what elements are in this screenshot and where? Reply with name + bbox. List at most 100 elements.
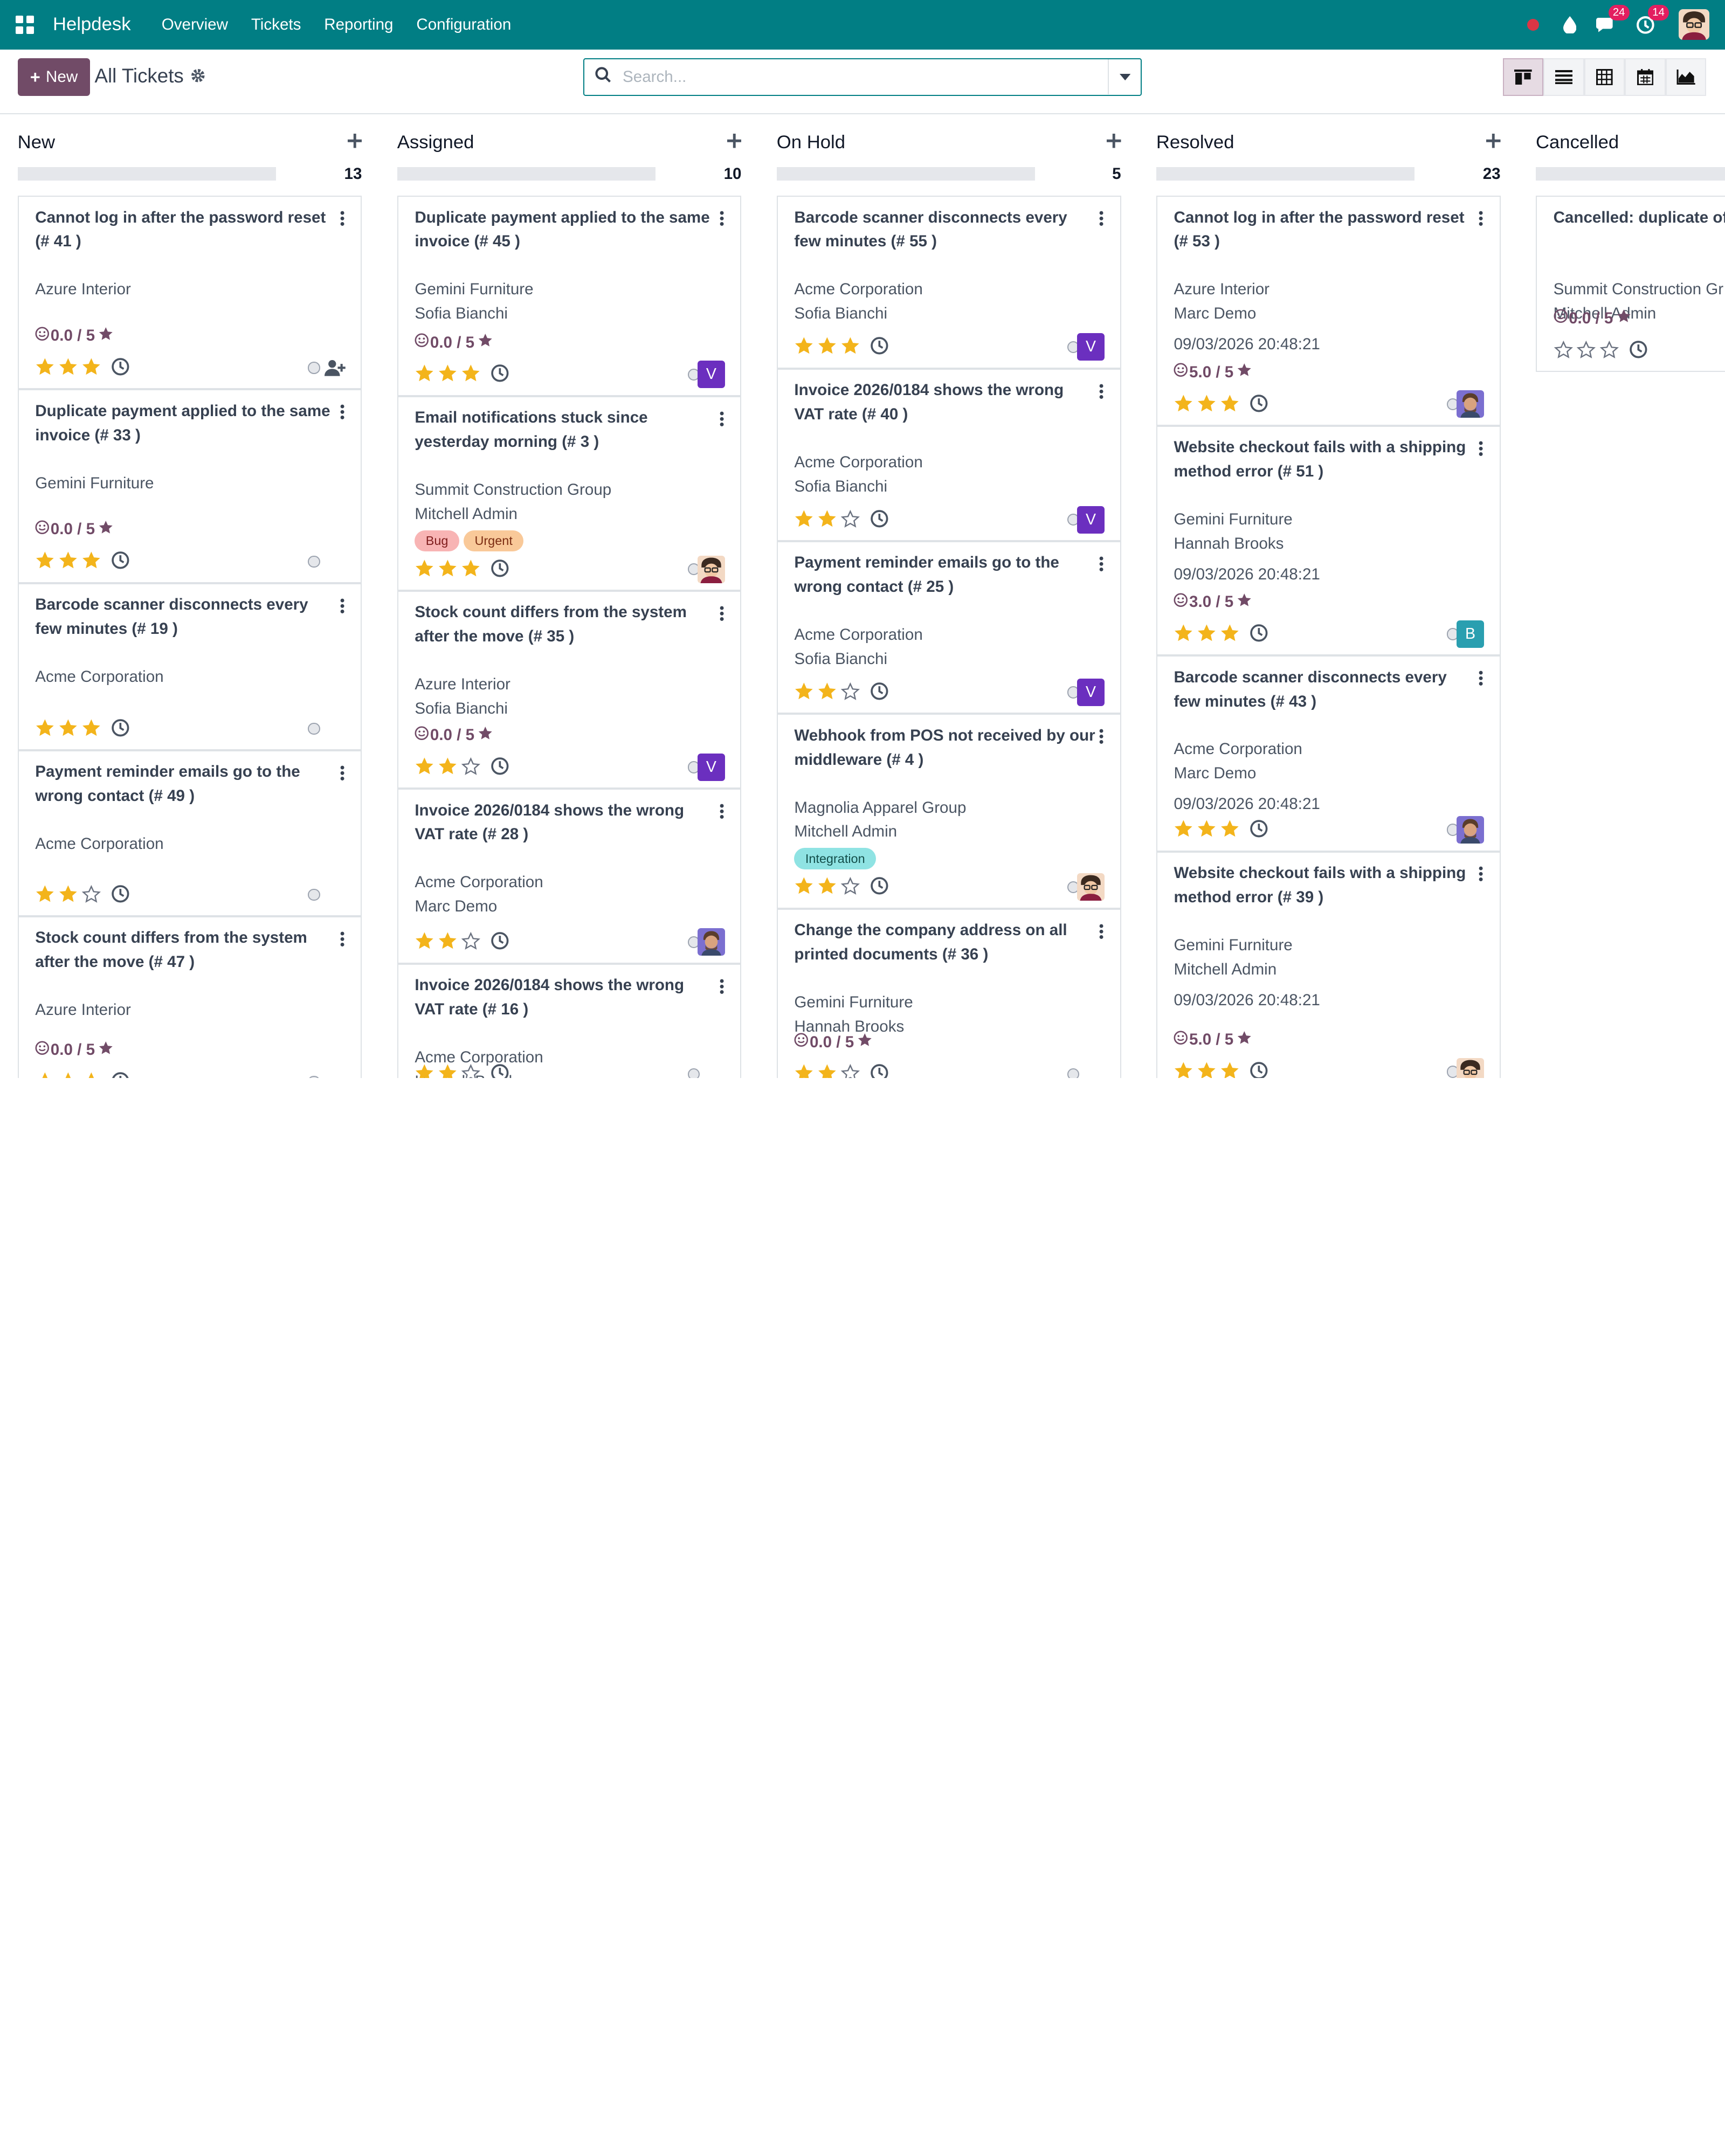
ticket-title[interactable]: Change the company address on all printe… xyxy=(794,918,1095,967)
star-empty-icon[interactable] xyxy=(1554,340,1574,363)
star-filled-icon[interactable] xyxy=(415,931,434,955)
star-filled-icon[interactable] xyxy=(58,718,78,742)
assignee-avatar[interactable] xyxy=(697,555,725,583)
ticket-title[interactable]: Stock count differs from the system afte… xyxy=(415,600,716,649)
star-empty-icon[interactable] xyxy=(461,931,481,955)
activity-clock-icon[interactable] xyxy=(1250,394,1268,417)
ticket-title[interactable]: Barcode scanner disconnects every few mi… xyxy=(35,593,336,641)
star-filled-icon[interactable] xyxy=(1220,624,1240,647)
ticket-title[interactable]: Email notifications stuck since yesterda… xyxy=(415,406,716,454)
column-title[interactable]: Assigned xyxy=(397,132,474,153)
activity-clock-icon[interactable] xyxy=(491,931,509,955)
ticket-card[interactable]: Cancelled: duplicate of Summit Constructi… xyxy=(1535,196,1725,372)
card-menu-icon[interactable] xyxy=(720,803,726,824)
star-filled-icon[interactable] xyxy=(794,682,814,705)
tag-urgent[interactable]: Urgent xyxy=(464,530,524,551)
card-menu-icon[interactable] xyxy=(340,404,347,424)
star-filled-icon[interactable] xyxy=(58,357,78,381)
activity-clock-icon[interactable] xyxy=(870,1063,889,1078)
star-empty-icon[interactable] xyxy=(461,757,481,780)
activity-clock-icon[interactable] xyxy=(870,876,889,900)
ticket-card[interactable]: Stock count differs from the system afte… xyxy=(17,916,362,1078)
activity-clock-icon[interactable] xyxy=(1250,819,1268,842)
star-filled-icon[interactable] xyxy=(1197,1061,1217,1078)
card-menu-icon[interactable] xyxy=(340,930,347,951)
ticket-card[interactable]: Invoice 2026/0184 shows the wrong VAT ra… xyxy=(397,963,742,1078)
star-filled-icon[interactable] xyxy=(81,718,101,742)
activity-clock-icon[interactable] xyxy=(491,757,509,780)
star-filled-icon[interactable] xyxy=(415,559,434,582)
ticket-card[interactable]: Email notifications stuck since yesterda… xyxy=(397,396,742,591)
star-filled-icon[interactable] xyxy=(35,551,55,574)
apps-grid-icon[interactable] xyxy=(15,15,34,34)
card-menu-icon[interactable] xyxy=(340,764,347,785)
star-filled-icon[interactable] xyxy=(1174,394,1193,417)
ticket-card[interactable]: Barcode scanner disconnects every few mi… xyxy=(776,196,1121,369)
star-empty-icon[interactable] xyxy=(840,876,860,900)
menu-tickets[interactable]: Tickets xyxy=(251,16,301,34)
assignee-avatar[interactable]: V xyxy=(697,361,725,389)
activity-clock-icon[interactable] xyxy=(870,336,889,360)
card-menu-icon[interactable] xyxy=(1099,923,1106,943)
kanban-state-dot[interactable] xyxy=(687,1068,700,1078)
ticket-card[interactable]: Website checkout fails with a shipping m… xyxy=(1156,851,1501,1078)
tag-integration[interactable]: Integration xyxy=(794,848,877,869)
assignee-avatar[interactable]: V xyxy=(1077,506,1105,534)
column-progress-bar[interactable] xyxy=(397,167,656,181)
ticket-card[interactable]: Cannot log in after the password reset (… xyxy=(17,196,362,390)
column-progress-bar[interactable] xyxy=(1535,167,1725,181)
activity-clock-icon[interactable] xyxy=(111,718,130,742)
user-avatar[interactable] xyxy=(1679,9,1710,40)
gear-icon[interactable] xyxy=(190,67,206,87)
star-filled-icon[interactable] xyxy=(35,1072,55,1078)
ticket-title[interactable]: Cannot log in after the password reset (… xyxy=(35,206,336,254)
assignee-avatar[interactable]: V xyxy=(697,753,725,781)
column-progress-bar[interactable] xyxy=(1156,167,1415,181)
list-view-button[interactable] xyxy=(1543,58,1584,96)
search-input[interactable] xyxy=(623,67,1085,86)
column-title[interactable]: New xyxy=(18,132,55,153)
kanban-state-dot[interactable] xyxy=(308,888,320,901)
activity-clock-icon[interactable] xyxy=(870,682,889,705)
star-filled-icon[interactable] xyxy=(794,336,814,360)
activity-clock-icon[interactable] xyxy=(491,364,509,387)
activity-clock-icon[interactable] xyxy=(1250,624,1268,647)
ticket-title[interactable]: Barcode scanner disconnects every few mi… xyxy=(1174,666,1475,714)
ticket-title[interactable]: Payment reminder emails go to the wrong … xyxy=(35,760,336,808)
assignee-avatar[interactable]: V xyxy=(1077,679,1105,707)
ticket-title[interactable]: Invoice 2026/0184 shows the wrong VAT ra… xyxy=(794,378,1095,427)
kanban-state-dot[interactable] xyxy=(308,722,320,735)
card-menu-icon[interactable] xyxy=(720,978,726,998)
card-menu-icon[interactable] xyxy=(720,210,726,231)
star-filled-icon[interactable] xyxy=(415,757,434,780)
ticket-title[interactable]: Cancelled: duplicate of xyxy=(1554,206,1725,230)
star-filled-icon[interactable] xyxy=(817,336,837,360)
star-filled-icon[interactable] xyxy=(1197,394,1217,417)
star-filled-icon[interactable] xyxy=(58,1072,78,1078)
new-ticket-button[interactable]: + New xyxy=(17,58,91,96)
activity-clock-icon[interactable] xyxy=(111,1072,130,1078)
star-filled-icon[interactable] xyxy=(438,931,458,955)
star-filled-icon[interactable] xyxy=(35,718,55,742)
star-filled-icon[interactable] xyxy=(1197,819,1217,842)
card-menu-icon[interactable] xyxy=(1479,670,1485,690)
ticket-card[interactable]: Invoice 2026/0184 shows the wrong VAT ra… xyxy=(776,368,1121,542)
activity-clock-icon[interactable] xyxy=(491,1063,509,1078)
status-dot-icon[interactable] xyxy=(1527,18,1540,31)
graph-view-button[interactable] xyxy=(1665,58,1707,96)
ticket-title[interactable]: Payment reminder emails go to the wrong … xyxy=(794,551,1095,599)
ticket-card[interactable]: Cannot log in after the password reset (… xyxy=(1156,196,1501,426)
ticket-card[interactable]: Barcode scanner disconnects every few mi… xyxy=(17,583,362,750)
add-card-icon[interactable] xyxy=(727,132,742,153)
activity-clock-icon[interactable] xyxy=(1629,340,1648,363)
star-empty-icon[interactable] xyxy=(840,682,860,705)
ticket-card[interactable]: Invoice 2026/0184 shows the wrong VAT ra… xyxy=(397,789,742,964)
card-menu-icon[interactable] xyxy=(1099,556,1106,576)
column-progress-bar[interactable] xyxy=(776,167,1036,181)
assignee-avatar[interactable] xyxy=(1457,390,1485,418)
star-empty-icon[interactable] xyxy=(1576,340,1596,363)
star-filled-icon[interactable] xyxy=(461,559,481,582)
kanban-state-dot[interactable] xyxy=(308,362,320,374)
star-filled-icon[interactable] xyxy=(438,1063,458,1078)
star-filled-icon[interactable] xyxy=(35,357,55,381)
